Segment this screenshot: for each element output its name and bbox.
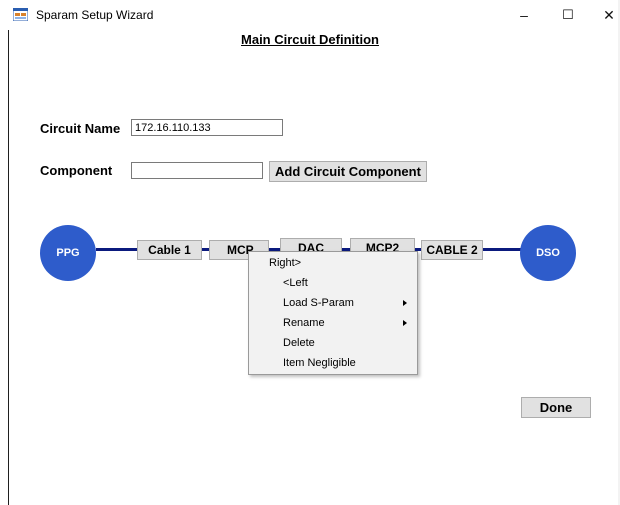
menu-item-label: Delete <box>283 337 315 349</box>
close-button[interactable]: ✕ <box>587 0 620 30</box>
title-bar: Sparam Setup Wizard – ☐ ✕ <box>0 0 620 30</box>
page-title: Main Circuit Definition <box>241 32 379 47</box>
add-circuit-component-button[interactable]: Add Circuit Component <box>269 161 427 182</box>
window-border <box>8 30 9 505</box>
maximize-icon: ☐ <box>562 7 574 22</box>
menu-item-right[interactable]: Right> <box>249 253 417 273</box>
circuit-name-label: Circuit Name <box>40 121 121 136</box>
component-label: Component <box>40 163 113 178</box>
minimize-icon: – <box>520 7 528 23</box>
done-button[interactable]: Done <box>521 397 591 418</box>
submenu-arrow-icon <box>403 300 407 306</box>
menu-item-rename[interactable]: Rename <box>249 313 417 333</box>
component-field[interactable] <box>131 162 263 179</box>
app-window-icon <box>13 8 28 21</box>
submenu-arrow-icon <box>403 320 407 326</box>
menu-item-label: Rename <box>283 317 325 329</box>
menu-item-label: Load S-Param <box>283 297 354 309</box>
menu-item-label: Item Negligible <box>283 357 356 369</box>
sparam-setup-window: Sparam Setup Wizard – ☐ ✕ Main Circuit D… <box>0 0 620 505</box>
maximize-button[interactable]: ☐ <box>546 0 590 30</box>
component-cable-2[interactable]: CABLE 2 <box>421 240 483 260</box>
circuit-name-field[interactable]: 172.16.110.133 <box>131 119 283 136</box>
component-cable-1[interactable]: Cable 1 <box>137 240 202 260</box>
menu-item-label: <Left <box>283 277 308 289</box>
ppg-node[interactable]: PPG <box>40 225 96 281</box>
menu-item-load-s-param[interactable]: Load S-Param <box>249 293 417 313</box>
window-title: Sparam Setup Wizard <box>36 8 154 22</box>
menu-item-negligible[interactable]: Item Negligible <box>249 353 417 373</box>
menu-item-left[interactable]: <Left <box>249 273 417 293</box>
minimize-button[interactable]: – <box>502 0 546 30</box>
dso-node[interactable]: DSO <box>520 225 576 281</box>
context-menu: Right> <Left Load S-Param Rename Delete … <box>248 251 418 375</box>
menu-item-delete[interactable]: Delete <box>249 333 417 353</box>
close-icon: ✕ <box>603 6 615 23</box>
menu-item-label: Right> <box>269 257 302 269</box>
